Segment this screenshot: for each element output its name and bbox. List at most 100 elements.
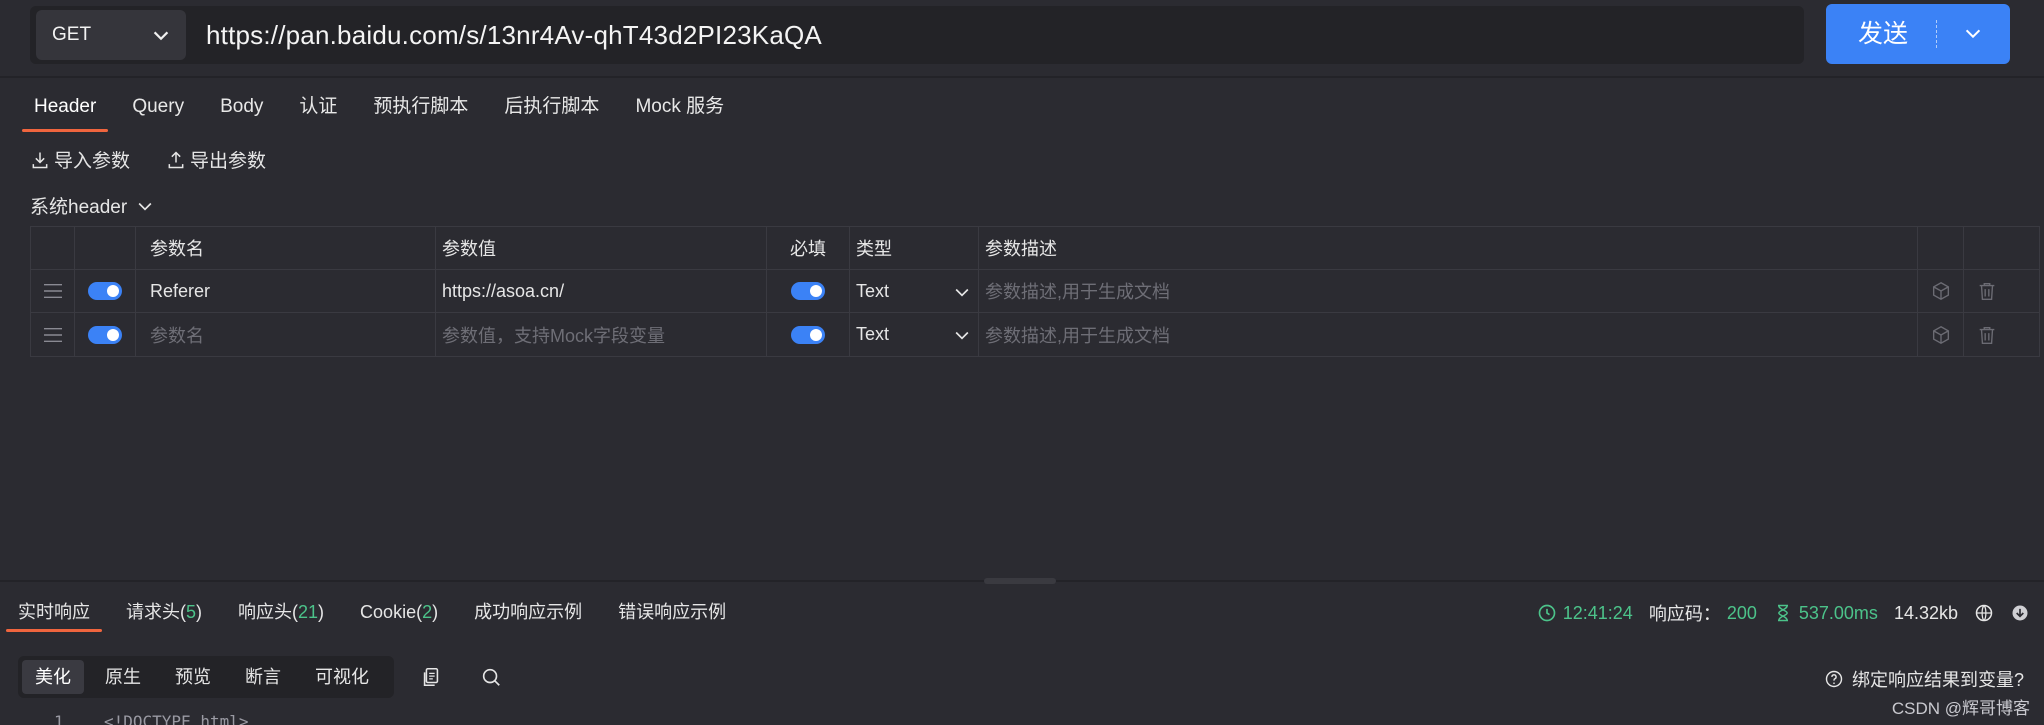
param-desc-input[interactable]: 参数描述,用于生成文档 — [979, 270, 1918, 312]
bind-response-label: 绑定响应结果到变量? — [1851, 670, 2024, 690]
view-tab-visualize[interactable]: 可视化 — [302, 660, 382, 694]
param-value-input[interactable]: 参数值，支持Mock字段变量 — [436, 313, 767, 356]
send-button[interactable]: 发送 — [1826, 4, 2010, 64]
param-type-select[interactable]: Text — [850, 270, 979, 312]
chevron-down-icon[interactable] — [1962, 23, 1984, 45]
tab-count: 21 — [298, 602, 319, 622]
enable-toggle[interactable] — [88, 282, 122, 300]
param-name-input[interactable]: 参数名 — [136, 313, 436, 356]
export-params-button[interactable]: 导出参数 — [166, 146, 266, 173]
response-size: 14.32kb — [1893, 602, 1958, 623]
required-toggle-cell — [767, 313, 850, 356]
param-type-value: Text — [856, 324, 890, 344]
tab-auth[interactable]: 认证 — [281, 88, 355, 134]
header-cell-value: 参数值 — [436, 227, 767, 269]
table-row: Referer https://asoa.cn/ Text 参数描述,用于生成文… — [31, 270, 2039, 313]
tab-success-example[interactable]: 成功响应示例 — [462, 594, 594, 634]
tab-suffix: ) — [432, 602, 439, 622]
method-select[interactable]: GET — [36, 10, 186, 60]
drag-handle[interactable] — [31, 313, 75, 356]
tab-query[interactable]: Query — [114, 88, 202, 134]
tab-error-example[interactable]: 错误响应示例 — [606, 594, 738, 634]
url-input[interactable]: https://pan.baidu.com/s/13nr4Av-qhT43d2P… — [206, 6, 822, 64]
tab-cookie[interactable]: Cookie(2) — [348, 594, 450, 634]
search-icon[interactable] — [480, 666, 502, 688]
response-tabs: 实时响应 请求头(5) 响应头(21) Cookie(2) 成功响应示例 错误响… — [6, 594, 750, 634]
cube-icon — [1932, 281, 1949, 301]
import-params-button[interactable]: 导入参数 — [30, 146, 130, 173]
table-row: 参数名 参数值，支持Mock字段变量 Text 参数描述,用于生成文档 — [31, 313, 2039, 356]
tab-response-headers[interactable]: 响应头(21) — [226, 594, 336, 634]
param-value-input[interactable]: https://asoa.cn/ — [436, 270, 767, 312]
tab-suffix: ) — [196, 602, 203, 622]
globe-icon[interactable] — [1974, 603, 1994, 623]
response-duration: 537.00ms — [1773, 603, 1878, 624]
header-params-table: 参数名 参数值 必填 类型 参数描述 Referer https://asoa.… — [30, 226, 2040, 357]
watermark: CSDN @辉哥博客 — [1891, 699, 2030, 718]
line-number: 1 — [54, 712, 64, 725]
view-tab-preview[interactable]: 预览 — [162, 660, 224, 694]
panel-resize-handle[interactable] — [984, 578, 1056, 584]
enable-toggle-cell — [75, 270, 136, 312]
url-input-group: GET https://pan.baidu.com/s/13nr4Av-qhT4… — [30, 6, 1804, 64]
param-actions: 导入参数 导出参数 — [30, 146, 266, 173]
tab-count: 5 — [186, 602, 197, 622]
tab-header[interactable]: Header — [16, 88, 114, 134]
param-name-input[interactable]: Referer — [136, 270, 436, 312]
view-tab-raw[interactable]: 原生 — [92, 660, 154, 694]
tab-post-script[interactable]: 后执行脚本 — [486, 88, 617, 134]
required-toggle[interactable] — [791, 282, 825, 300]
drag-handle-icon — [43, 283, 62, 299]
header-cell-enable — [75, 227, 136, 269]
trash-icon — [1979, 282, 1994, 300]
copy-icon[interactable] — [420, 666, 442, 688]
system-header-label: 系统header — [30, 197, 128, 218]
response-code: 响应码： 200 — [1649, 600, 1757, 626]
response-code-label: 响应码： — [1648, 604, 1721, 624]
tab-body[interactable]: Body — [202, 88, 281, 134]
download-icon — [32, 152, 48, 168]
tab-count: 2 — [422, 602, 433, 622]
enable-toggle[interactable] — [88, 325, 122, 344]
table-header-row: 参数名 参数值 必填 类型 参数描述 — [31, 227, 2039, 270]
param-desc-input[interactable]: 参数描述,用于生成文档 — [979, 313, 1918, 356]
tab-live-response[interactable]: 实时响应 — [6, 594, 102, 634]
header-cell-action1 — [1918, 227, 1964, 269]
chevron-down-icon — [153, 31, 169, 41]
send-label: 发送 — [1858, 20, 1909, 48]
tab-label: 实时响应 — [18, 602, 90, 622]
cube-icon — [1932, 325, 1949, 344]
tab-label: 响应头( — [238, 602, 299, 622]
request-panel: Header Query Body 认证 预执行脚本 后执行脚本 Mock 服务… — [6, 80, 2040, 580]
required-toggle[interactable] — [791, 325, 825, 344]
tab-request-headers[interactable]: 请求头(5) — [114, 594, 214, 634]
view-tab-assert[interactable]: 断言 — [232, 660, 294, 694]
drag-handle-icon — [43, 327, 62, 342]
mock-button[interactable] — [1918, 270, 1964, 312]
system-header-toggle[interactable]: 系统header — [30, 192, 155, 219]
header-cell-type: 类型 — [850, 227, 979, 269]
response-meta: 12:41:24 响应码： 200 537.00ms 14.32kb — [1537, 596, 2030, 630]
tab-pre-script[interactable]: 预执行脚本 — [355, 88, 486, 134]
param-type-value: Text — [856, 280, 890, 301]
header-cell-name: 参数名 — [136, 227, 436, 269]
chevron-down-icon — [138, 202, 152, 211]
response-time-value: 12:41:24 — [1562, 602, 1633, 623]
clock-icon — [1538, 604, 1556, 622]
delete-button[interactable] — [1964, 313, 2009, 356]
tab-label: 错误响应示例 — [618, 602, 727, 622]
tab-mock[interactable]: Mock 服务 — [617, 88, 742, 134]
header-cell-desc: 参数描述 — [979, 227, 1918, 269]
bind-response-help[interactable]: 绑定响应结果到变量? — [1824, 666, 2024, 692]
drag-handle[interactable] — [31, 270, 75, 312]
header-cell-action2 — [1964, 227, 2009, 269]
param-type-select[interactable]: Text — [850, 313, 979, 356]
tab-label: 成功响应示例 — [474, 602, 583, 622]
response-duration-value: 537.00ms — [1798, 602, 1878, 623]
download-circle-icon[interactable] — [2010, 603, 2030, 623]
delete-button[interactable] — [1964, 270, 2009, 312]
import-params-label: 导入参数 — [54, 151, 131, 172]
mock-button[interactable] — [1918, 313, 1964, 356]
response-code-value: 200 — [1726, 602, 1757, 623]
view-tab-pretty[interactable]: 美化 — [22, 660, 84, 694]
